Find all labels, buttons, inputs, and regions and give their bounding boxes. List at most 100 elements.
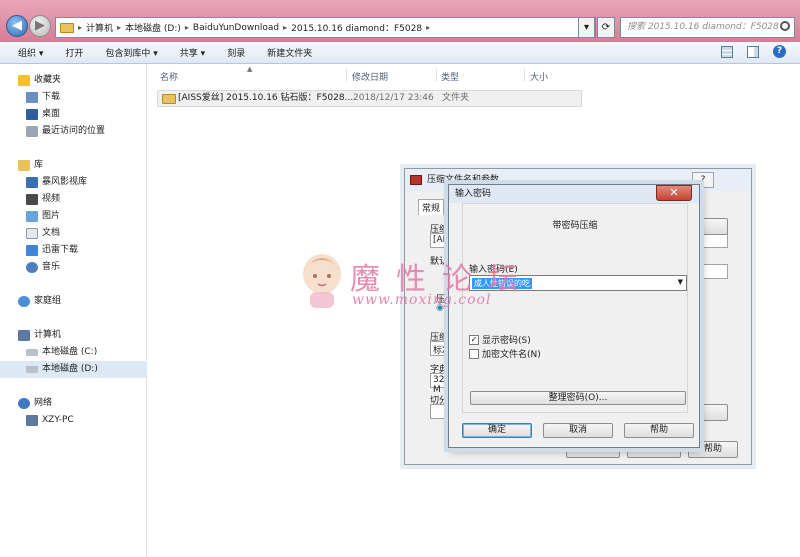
nav-item-desktop[interactable]: 桌面 <box>0 106 147 123</box>
chevron-right-icon: ▸ <box>283 23 288 32</box>
column-header-type[interactable]: 类型 <box>441 70 459 83</box>
forward-arrow-icon[interactable]: ▶ <box>29 15 51 37</box>
refresh-icon[interactable]: ⟳ <box>597 17 615 38</box>
organize-button[interactable]: 组织 ▾ <box>18 46 43 59</box>
nav-label: 迅雷下载 <box>42 245 79 255</box>
tab-general[interactable]: 常规 <box>418 199 445 215</box>
cancel-button[interactable]: 取消 <box>543 423 613 438</box>
preview-pane-icon[interactable] <box>747 45 759 58</box>
set-password-button[interactable] <box>700 404 728 421</box>
nav-item-music[interactable]: 音乐 <box>0 259 147 276</box>
help-button[interactable]: 帮助 <box>624 423 694 438</box>
nav-favorites[interactable]: 收藏夹 <box>0 72 147 89</box>
nav-label: XZY-PC <box>42 415 74 425</box>
breadcrumb-computer[interactable]: 计算机 <box>86 21 113 34</box>
nav-computer[interactable]: 计算机 <box>0 327 147 344</box>
close-icon[interactable]: ✕ <box>656 185 692 201</box>
search-placeholder: 搜索 2015.10.16 diamond：F5028 <box>627 22 779 32</box>
nav-label: 下载 <box>42 92 61 102</box>
nav-label: 最近访问的位置 <box>42 126 106 136</box>
nav-item-recent-places[interactable]: 最近访问的位置 <box>0 123 147 140</box>
new-folder-button[interactable]: 新建文件夹 <box>267 46 312 59</box>
nav-label: 桌面 <box>42 109 61 119</box>
drive-icon <box>26 366 38 373</box>
password-panel-heading: 带密码压缩 <box>552 221 598 231</box>
checkbox-checked-icon: ✓ <box>469 334 479 345</box>
nav-item-baofeng-library[interactable]: 暴风影视库 <box>0 174 147 191</box>
folder-icon <box>60 22 74 33</box>
watermark-url: www.moxing.cool <box>352 292 492 308</box>
nav-item-drive-d[interactable]: 本地磁盘 (D:) <box>0 361 147 378</box>
star-icon <box>18 75 30 86</box>
nav-network[interactable]: 网络 <box>0 395 147 412</box>
show-password-checkbox[interactable]: ✓ 显示密码(S) <box>469 333 531 346</box>
column-header-date[interactable]: 修改日期 <box>352 70 388 83</box>
address-dropdown-icon[interactable]: ▾ <box>578 17 595 38</box>
file-row[interactable]: [AISS爱丝] 2015.10.16 钻石版：F5028... 2018/12… <box>157 90 582 107</box>
sort-ascending-icon: ▲ <box>247 65 253 73</box>
nav-item-drive-c[interactable]: 本地磁盘 (C:) <box>0 344 147 361</box>
dialog-title: 输入密码 <box>455 189 492 199</box>
file-type: 文件夹 <box>442 93 470 103</box>
password-panel: 带密码压缩 <box>462 203 688 413</box>
recent-places-icon <box>26 126 38 137</box>
nav-item-pictures[interactable]: 图片 <box>0 208 147 225</box>
organize-passwords-button[interactable]: 整理密码(O)... <box>470 391 686 405</box>
library-icon <box>18 160 30 171</box>
video-library-icon <box>26 177 38 188</box>
chevron-right-icon: ▸ <box>426 23 431 32</box>
open-button[interactable]: 打开 <box>65 46 83 59</box>
computer-icon <box>18 330 30 341</box>
downloads-icon <box>26 92 38 103</box>
show-password-label: 显示密码(S) <box>482 336 531 346</box>
breadcrumb-drive-d[interactable]: 本地磁盘 (D:) <box>125 21 181 34</box>
share-button[interactable]: 共享 ▾ <box>180 46 205 59</box>
nav-label: 图片 <box>42 211 61 221</box>
search-icon <box>780 21 790 31</box>
ok-button[interactable]: 确定 <box>462 423 532 438</box>
nav-label: 库 <box>34 160 44 170</box>
column-divider[interactable] <box>346 68 347 82</box>
breadcrumb-current-folder[interactable]: 2015.10.16 diamond：F5028 <box>291 21 422 34</box>
nav-label: 本地磁盘 (D:) <box>42 364 98 374</box>
update-mode-combo[interactable] <box>700 264 728 279</box>
help-icon[interactable]: ? <box>773 45 786 58</box>
view-options-icon[interactable] <box>721 45 733 58</box>
browse-button[interactable] <box>700 218 728 235</box>
burn-button[interactable]: 刻录 <box>227 46 245 59</box>
nav-item-downloads[interactable]: 下载 <box>0 89 147 106</box>
nav-item-documents[interactable]: 文档 <box>0 225 147 242</box>
chevron-down-icon[interactable]: ▼ <box>678 278 683 286</box>
nav-label: 网络 <box>34 398 53 408</box>
nav-label: 收藏夹 <box>34 75 62 85</box>
address-bar-row: ◀ ▶ ▸ 计算机 ▸ 本地磁盘 (D:) ▸ BaiduYunDownload… <box>0 0 800 42</box>
encrypt-filenames-label: 加密文件名(N) <box>482 350 541 360</box>
nav-label: 计算机 <box>34 330 62 340</box>
nav-homegroup[interactable]: 家庭组 <box>0 293 147 310</box>
pictures-icon <box>26 211 38 222</box>
chevron-right-icon: ▸ <box>184 23 189 32</box>
back-arrow-icon[interactable]: ◀ <box>6 15 28 37</box>
column-header-size[interactable]: 大小 <box>530 70 548 83</box>
nav-item-thunder-downloads[interactable]: 迅雷下载 <box>0 242 147 259</box>
breadcrumb-baiduyundownload[interactable]: BaiduYunDownload <box>193 23 279 33</box>
checkbox-unchecked-icon <box>469 348 479 359</box>
videos-icon <box>26 194 38 205</box>
address-box[interactable]: ▸ 计算机 ▸ 本地磁盘 (D:) ▸ BaiduYunDownload ▸ 2… <box>55 17 596 38</box>
desktop-icon <box>26 109 38 120</box>
encrypt-filenames-checkbox[interactable]: 加密文件名(N) <box>469 347 541 360</box>
nav-label: 音乐 <box>42 262 61 272</box>
nav-item-videos[interactable]: 视频 <box>0 191 147 208</box>
nav-library[interactable]: 库 <box>0 157 147 174</box>
nav-item-xzy-pc[interactable]: XZY-PC <box>0 412 147 429</box>
column-divider[interactable] <box>524 68 525 82</box>
navigation-pane: 收藏夹 下载 桌面 最近访问的位置 库 暴风影视库 视频 图片 文档 迅雷下载 … <box>0 64 147 557</box>
include-in-library-button[interactable]: 包含到库中 ▾ <box>105 46 157 59</box>
file-date: 2018/12/17 23:46 <box>353 93 434 103</box>
column-divider[interactable] <box>436 68 437 82</box>
column-header-name[interactable]: 名称 <box>160 70 178 83</box>
search-input[interactable]: 搜索 2015.10.16 diamond：F5028 <box>620 17 795 38</box>
nav-label: 本地磁盘 (C:) <box>42 347 98 357</box>
nav-label: 文档 <box>42 228 61 238</box>
homegroup-icon <box>18 296 30 307</box>
